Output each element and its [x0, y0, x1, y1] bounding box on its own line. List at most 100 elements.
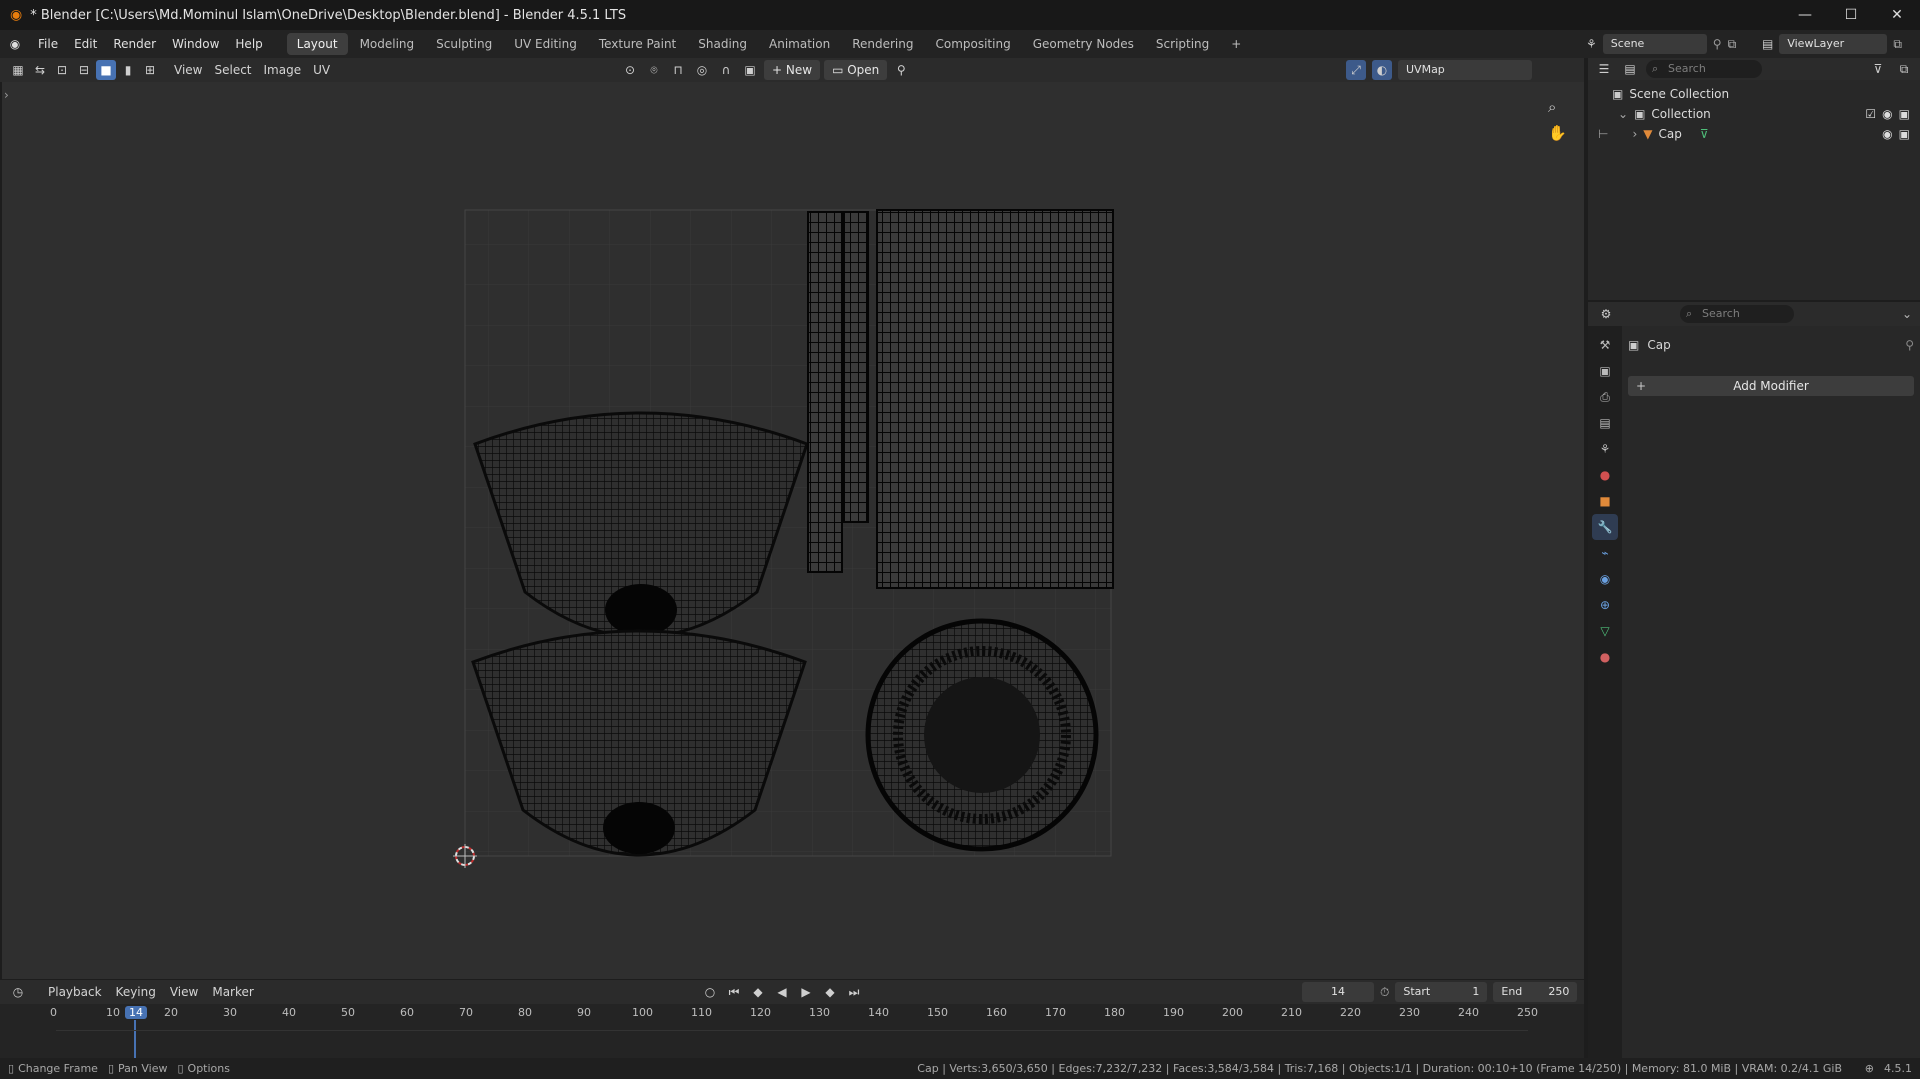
modifier-tab-icon[interactable]: 🔧 [1592, 514, 1618, 540]
menu-edit[interactable]: Edit [66, 30, 105, 58]
tab-compositing[interactable]: Compositing [925, 33, 1020, 55]
eye-icon[interactable]: ◉ [1882, 124, 1892, 144]
mesh-data-icon[interactable]: ⊽ [1700, 124, 1709, 144]
camera-icon[interactable]: ▣ [1899, 124, 1910, 144]
toolbar-expand-icon[interactable]: › [4, 88, 9, 102]
menu-window[interactable]: Window [164, 30, 227, 58]
jump-end-icon[interactable]: ⏭ [844, 982, 864, 1002]
new-viewlayer-icon[interactable]: ⧉ [1893, 37, 1902, 52]
close-window-button[interactable]: ✕ [1874, 0, 1920, 30]
maximize-button[interactable]: ☐ [1828, 0, 1874, 30]
tab-uv-editing[interactable]: UV Editing [504, 33, 587, 55]
play-reverse-icon[interactable]: ◀ [772, 982, 792, 1002]
timeline-ruler[interactable]: 0 10 14 20 30 40 50 60 70 80 90 100 110 … [0, 1004, 1584, 1058]
new-scene-icon[interactable]: ⧉ [1728, 37, 1737, 52]
face-select-icon[interactable]: ■ [96, 60, 116, 80]
display-mode-icon[interactable]: ▤ [1620, 59, 1640, 79]
outliner-search[interactable]: ⌕ Search [1646, 60, 1762, 78]
scene-name-field[interactable]: Scene [1602, 34, 1707, 54]
playhead-line[interactable] [134, 1020, 136, 1058]
tab-shading[interactable]: Shading [688, 33, 757, 55]
tab-rendering[interactable]: Rendering [842, 33, 923, 55]
pin-image-icon[interactable]: ⚲ [891, 60, 911, 80]
blender-menu-icon[interactable]: ◉ [0, 37, 30, 51]
play-icon[interactable]: ▶ [796, 982, 816, 1002]
falloff-icon[interactable]: ∩ [716, 60, 736, 80]
object-tab-icon[interactable]: ■ [1592, 488, 1618, 514]
menu-playback[interactable]: Playback [42, 982, 108, 1002]
chevron-right-icon[interactable]: › [1632, 124, 1637, 144]
add-workspace-button[interactable]: + [1221, 33, 1251, 55]
end-frame-field[interactable]: End 250 [1493, 982, 1578, 1002]
menu-image[interactable]: Image [258, 60, 308, 80]
uv-editor-canvas[interactable]: ⌕ ✋ › [2, 82, 1584, 979]
output-tab-icon[interactable]: ⎙ [1592, 384, 1618, 410]
camera-icon[interactable]: ▣ [1899, 104, 1910, 124]
pan-view-icon[interactable]: ✋ [1548, 124, 1567, 142]
menu-help[interactable]: Help [227, 30, 270, 58]
overlay-icon[interactable]: ◐ [1372, 60, 1392, 80]
stopwatch-icon[interactable]: ⏱ [1380, 985, 1389, 1000]
physics-tab-icon[interactable]: ◉ [1592, 566, 1618, 592]
outliner-editor-icon[interactable]: ☰ [1594, 59, 1614, 79]
snap-target-icon[interactable]: ⊓ [668, 60, 688, 80]
menu-select[interactable]: Select [208, 60, 257, 80]
outliner-row-collection[interactable]: ⌄ ▣ Collection ☑ ◉ ▣ [1588, 104, 1920, 124]
menu-file[interactable]: File [30, 30, 66, 58]
material-tab-icon[interactable]: ● [1592, 644, 1618, 670]
properties-search[interactable]: ⌕ Search [1680, 305, 1794, 323]
tab-animation[interactable]: Animation [759, 33, 840, 55]
jump-keyframe-forward-icon[interactable]: ◆ [820, 982, 840, 1002]
image-browse-icon[interactable]: ▣ [740, 60, 760, 80]
tab-geometry-nodes[interactable]: Geometry Nodes [1023, 33, 1144, 55]
checkbox-icon[interactable]: ☑ [1865, 104, 1876, 124]
open-image-button[interactable]: ▭ Open [824, 60, 888, 80]
filter-icon[interactable]: ⊽ [1868, 59, 1888, 79]
pin-icon[interactable]: ⚲ [1713, 37, 1722, 51]
sync-selection-icon[interactable]: ⇆ [30, 60, 50, 80]
edge-select-icon[interactable]: ⊟ [74, 60, 94, 80]
chevron-down-icon[interactable]: ⌄ [1618, 104, 1628, 124]
proportional-edit-icon[interactable]: ◎ [692, 60, 712, 80]
chevron-down-icon[interactable]: ⌄ [1902, 307, 1912, 321]
jump-start-icon[interactable]: ⏮ [724, 982, 744, 1002]
eye-icon[interactable]: ◉ [1882, 104, 1892, 124]
new-image-button[interactable]: + New [764, 60, 821, 80]
viewlayer-name-field[interactable]: ViewLayer [1779, 34, 1888, 54]
mesh-data-tab-icon[interactable]: ▽ [1592, 618, 1618, 644]
outliner-row-scene-collection[interactable]: ▣ Scene Collection [1588, 84, 1920, 104]
zoom-view-icon[interactable]: ⌕ [1548, 98, 1556, 116]
outliner-row-cap[interactable]: ⊢ › ▼ Cap ⊽ ◉ ▣ [1588, 124, 1920, 144]
current-frame-field[interactable]: 14 [1302, 982, 1374, 1002]
sticky-select-icon[interactable]: ⊞ [140, 60, 160, 80]
island-select-icon[interactable]: ▮ [118, 60, 138, 80]
menu-uv[interactable]: UV [307, 60, 336, 80]
jump-keyframe-back-icon[interactable]: ◆ [748, 982, 768, 1002]
menu-keying[interactable]: Keying [110, 982, 162, 1002]
minimize-button[interactable]: — [1782, 0, 1828, 30]
world-tab-icon[interactable]: ● [1592, 462, 1618, 488]
gizmo-icon[interactable]: ⤢ [1346, 60, 1366, 80]
new-collection-icon[interactable]: ⧉ [1894, 59, 1914, 79]
pin-icon[interactable]: ⚲ [1905, 338, 1914, 352]
constraints-tab-icon[interactable]: ⊕ [1592, 592, 1618, 618]
snap-icon[interactable]: ⌾ [644, 60, 664, 80]
particles-tab-icon[interactable]: ⌁ [1592, 540, 1618, 566]
menu-view[interactable]: View [168, 60, 208, 80]
tab-texture-paint[interactable]: Texture Paint [589, 33, 686, 55]
scene-tab-icon[interactable]: ⚘ [1592, 436, 1618, 462]
timeline-editor-icon[interactable]: ◷ [8, 982, 28, 1002]
viewlayer-selector[interactable]: ▤ ViewLayer ⧉ [1762, 34, 1902, 54]
view-layer-tab-icon[interactable]: ▤ [1592, 410, 1618, 436]
playhead-frame-label[interactable]: 14 [125, 1006, 147, 1019]
render-tab-icon[interactable]: ▣ [1592, 358, 1618, 384]
vertex-select-icon[interactable]: ⊡ [52, 60, 72, 80]
menu-marker[interactable]: Marker [206, 982, 259, 1002]
start-frame-field[interactable]: Start 1 [1395, 982, 1488, 1002]
tab-modeling[interactable]: Modeling [350, 33, 425, 55]
pivot-point-icon[interactable]: ⊙ [620, 60, 640, 80]
auto-keying-icon[interactable]: ○ [700, 982, 720, 1002]
menu-render[interactable]: Render [105, 30, 164, 58]
tool-tab-icon[interactable]: ⚒ [1592, 332, 1618, 358]
uvmap-selector[interactable]: UVMap [1398, 60, 1532, 80]
